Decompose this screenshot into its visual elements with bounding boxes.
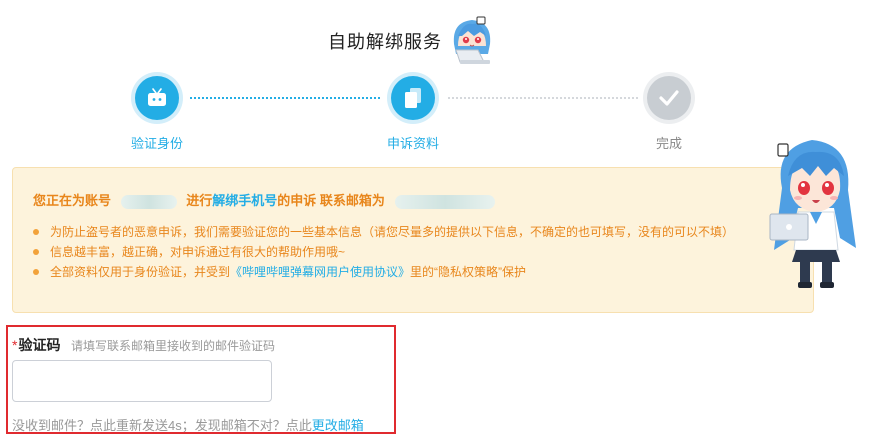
redacted-account bbox=[120, 194, 177, 209]
notice-heading-text: 的申诉 联系邮箱为 bbox=[277, 193, 385, 208]
check-icon bbox=[659, 90, 679, 106]
verification-code-hint: 请填写联系邮箱里接收到的邮件验证码 bbox=[71, 339, 276, 353]
resend-text[interactable]: 没收到邮件？点此重新发送4s；发现邮箱不对？点此 bbox=[12, 418, 312, 433]
notice-box: 您正在为账号 进行解绑手机号的申诉 联系邮箱为 为防止盗号者的恶意申诉，我们需要… bbox=[12, 167, 814, 313]
notice-item: 为防止盗号者的恶意申诉，我们需要验证您的一些基本信息（请您尽量多的提供以下信息，… bbox=[31, 222, 734, 242]
step-circle bbox=[135, 76, 179, 120]
verification-section: *验证码 请填写联系邮箱里接收到的邮件验证码 没收到邮件？点此重新发送4s；发现… bbox=[6, 325, 396, 434]
page-title: 自助解绑服务 bbox=[328, 32, 442, 52]
mascot-character-icon bbox=[769, 140, 856, 288]
tv-icon bbox=[148, 88, 166, 106]
step-verify-identity: 验证身份 bbox=[97, 76, 217, 152]
user-agreement-link[interactable]: 《哔哩哔哩弹幕网用户使用协议》 bbox=[230, 265, 410, 279]
resend-row: 没收到邮件？点此重新发送4s；发现邮箱不对？点此更改邮箱 bbox=[12, 415, 364, 434]
step-label: 申诉资料 bbox=[386, 136, 439, 151]
notice-list: 为防止盗号者的恶意申诉，我们需要验证您的一些基本信息（请您尽量多的提供以下信息，… bbox=[31, 222, 734, 282]
step-circle bbox=[647, 76, 691, 120]
step-connector-1 bbox=[190, 97, 380, 99]
document-icon bbox=[405, 88, 421, 108]
step-label: 验证身份 bbox=[130, 136, 183, 151]
verification-code-input[interactable] bbox=[12, 360, 272, 402]
notice-item-text: 全部资料仅用于身份验证，并受到 bbox=[50, 265, 231, 279]
redacted-email bbox=[394, 194, 495, 209]
notice-item: 全部资料仅用于身份验证，并受到《哔哩哔哩弹幕网用户使用协议》里的“隐私权策略”保… bbox=[31, 262, 731, 282]
step-label: 完成 bbox=[655, 136, 682, 151]
step-appeal-info: 申诉资料 bbox=[353, 76, 473, 152]
verification-code-label: *验证码 bbox=[12, 335, 60, 355]
notice-item: 信息越丰富，越正确，对申诉通过有很大的帮助作用哦~ bbox=[31, 242, 731, 262]
required-mark: * bbox=[12, 337, 18, 353]
change-email-link[interactable]: 更改邮箱 bbox=[312, 418, 364, 433]
notice-item-text: 里的“隐私权策略”保护 bbox=[410, 265, 527, 279]
verification-code-label-text: 验证码 bbox=[18, 337, 61, 353]
notice-heading-text: 您正在为账号 bbox=[33, 193, 112, 208]
mascot-laptop-icon bbox=[453, 16, 491, 64]
step-circle bbox=[391, 76, 435, 120]
step-complete: 完成 bbox=[609, 76, 729, 152]
notice-heading: 您正在为账号 进行解绑手机号的申诉 联系邮箱为 bbox=[33, 190, 495, 209]
progress-steps: 验证身份 申诉资料 完成 bbox=[0, 76, 878, 156]
notice-heading-highlight: 解绑手机号 bbox=[212, 193, 278, 208]
notice-heading-text: 进行 bbox=[186, 193, 213, 208]
page-header: 自助解绑服务 bbox=[0, 12, 878, 68]
